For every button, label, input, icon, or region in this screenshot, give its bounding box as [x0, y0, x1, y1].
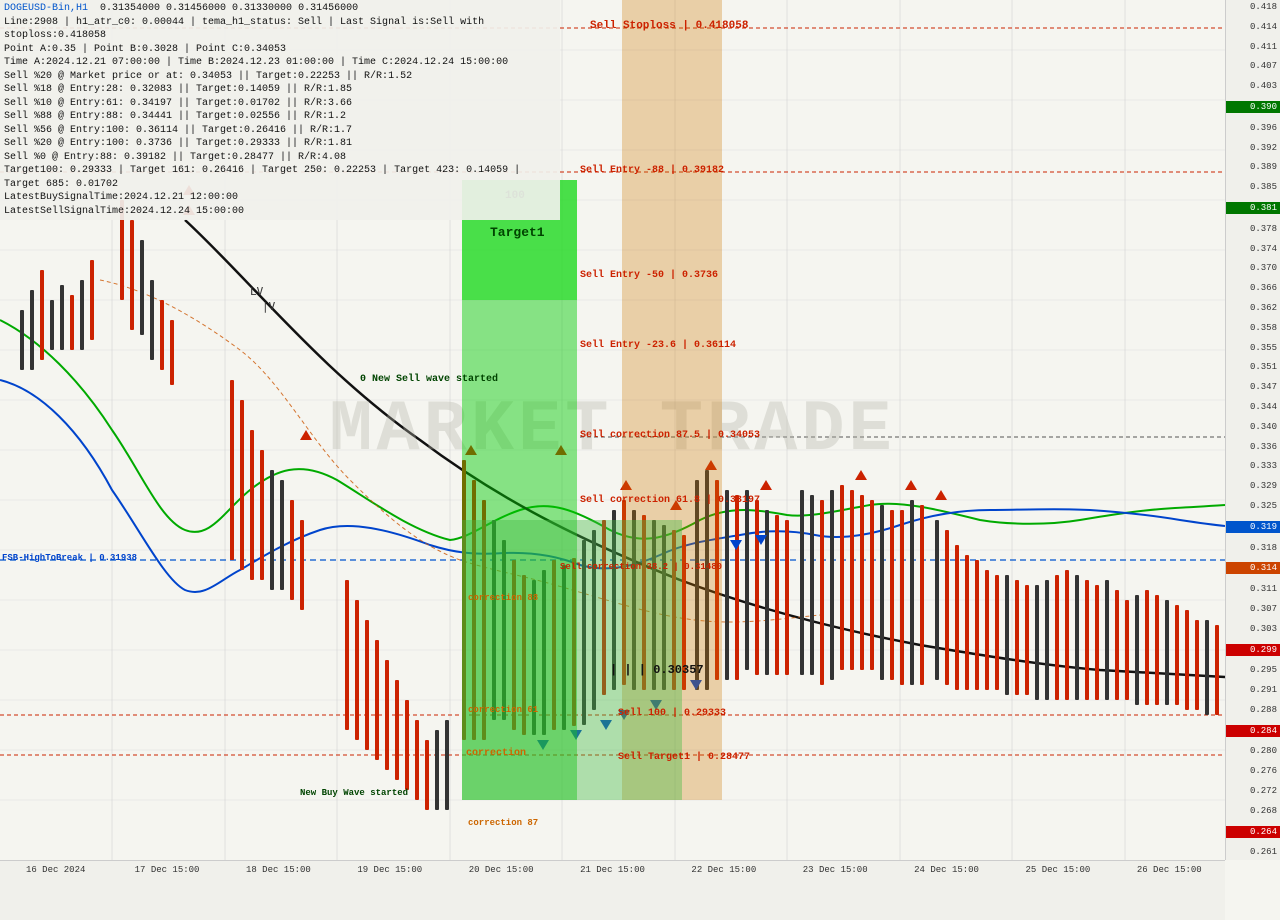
price-291: 0.291 — [1226, 685, 1280, 695]
price-411: 0.411 — [1226, 42, 1280, 52]
price-point-label: | | | 0.30357 — [610, 663, 704, 677]
new-sell-wave-label: 0 New Sell wave started — [360, 374, 498, 385]
entry0: Sell %18 @ Entry:28: 0.32083 || Target:0… — [4, 83, 556, 97]
price-311: 0.311 — [1226, 584, 1280, 594]
price-355: 0.355 — [1226, 343, 1280, 353]
sell-correction-618-label: Sell correction 61.8 | 0.33197 — [580, 495, 760, 506]
time-20dec: 20 Dec 15:00 — [445, 865, 556, 875]
price-366: 0.366 — [1226, 283, 1280, 293]
info-line4: Sell %20 @ Market price or at: 0.34053 |… — [4, 70, 556, 84]
time-25dec: 25 Dec 15:00 — [1002, 865, 1113, 875]
entry5: Sell %0 @ Entry:88: 0.39182 || Target:0.… — [4, 151, 556, 165]
targets-line: Target100: 0.29333 | Target 161: 0.26416… — [4, 164, 556, 191]
sell-entry-236-label: Sell Entry -23.6 | 0.36114 — [580, 340, 736, 351]
time-axis: 16 Dec 2024 17 Dec 15:00 18 Dec 15:00 19… — [0, 860, 1225, 920]
time-24dec: 24 Dec 15:00 — [891, 865, 1002, 875]
price-336: 0.336 — [1226, 442, 1280, 452]
price-407: 0.407 — [1226, 61, 1280, 71]
latest-buy: LatestBuySignalTime:2024.12.21 12:00:00 — [4, 191, 556, 205]
time-26dec: 26 Dec 15:00 — [1114, 865, 1225, 875]
price-299-highlight: 0.299 — [1226, 644, 1280, 656]
price-307: 0.307 — [1226, 604, 1280, 614]
entry1: Sell %10 @ Entry:61: 0.34197 || Target:0… — [4, 97, 556, 111]
price-389: 0.389 — [1226, 162, 1280, 172]
price-318: 0.318 — [1226, 543, 1280, 553]
price-374: 0.374 — [1226, 244, 1280, 254]
sell-correction-382-label: Sell correction 38.2 | 0.31480 — [560, 562, 722, 572]
price-400-highlight: 0.390 — [1226, 101, 1280, 113]
price-info: 0.31354000 0.31456000 0.31330000 0.31456… — [100, 3, 358, 14]
svg-text:|V: |V — [262, 300, 276, 313]
info-line1: Line:2908 | h1_atr_c0: 0.00044 | tema_h1… — [4, 16, 556, 43]
price-axis: 0.418 0.414 0.411 0.407 0.403 0.390 0.39… — [1225, 0, 1280, 860]
time-23dec: 23 Dec 15:00 — [780, 865, 891, 875]
price-280: 0.280 — [1226, 746, 1280, 756]
symbol-line: DOGEUSD-Bin,H1 0.31354000 0.31456000 0.3… — [4, 2, 556, 16]
price-276: 0.276 — [1226, 766, 1280, 776]
price-268: 0.268 — [1226, 806, 1280, 816]
time-16dec: 16 Dec 2024 — [0, 865, 111, 875]
price-261: 0.261 — [1226, 847, 1280, 857]
price-325: 0.325 — [1226, 501, 1280, 511]
correction-label: correction — [466, 748, 526, 759]
price-351: 0.351 — [1226, 362, 1280, 372]
chart-container: DOGEUSD-Bin,H1 0.31354000 0.31456000 0.3… — [0, 0, 1280, 920]
price-403: 0.403 — [1226, 81, 1280, 91]
price-340: 0.340 — [1226, 422, 1280, 432]
sell-entry-88-label: Sell Entry -88 | 0.39182 — [580, 165, 724, 176]
sell-100-label: Sell 100 | 0.29333 — [618, 708, 726, 719]
price-284-highlight: 0.284 — [1226, 725, 1280, 737]
price-329: 0.329 — [1226, 481, 1280, 491]
correction-88-label: correction 88 — [468, 593, 538, 603]
price-392: 0.392 — [1226, 143, 1280, 153]
correction-61-label: correction 61 — [468, 705, 538, 715]
price-295: 0.295 — [1226, 665, 1280, 675]
price-418: 0.418 — [1226, 2, 1280, 12]
entry4: Sell %20 @ Entry:100: 0.3736 || Target:0… — [4, 137, 556, 151]
price-314-highlight: 0.314 — [1226, 562, 1280, 574]
sell-correction-875-label: Sell correction 87.5 | 0.34053 — [580, 430, 760, 441]
price-272: 0.272 — [1226, 786, 1280, 796]
price-396: 0.396 — [1226, 123, 1280, 133]
time-18dec: 18 Dec 15:00 — [223, 865, 334, 875]
price-378: 0.378 — [1226, 224, 1280, 234]
time-22dec: 22 Dec 15:00 — [668, 865, 779, 875]
price-414: 0.414 — [1226, 22, 1280, 32]
price-303: 0.303 — [1226, 624, 1280, 634]
entry2: Sell %88 @ Entry:88: 0.34441 || Target:0… — [4, 110, 556, 124]
info-line3: Time A:2024.12.21 07:00:00 | Time B:2024… — [4, 56, 556, 70]
latest-sell: LatestSellSignalTime:2024.12.24 15:00:00 — [4, 205, 556, 219]
sell-entry-50-label: Sell Entry -50 | 0.3736 — [580, 270, 718, 281]
sell-target1-label: Sell Target1 | 0.28477 — [618, 752, 750, 763]
price-344: 0.344 — [1226, 402, 1280, 412]
entry3: Sell %56 @ Entry:100: 0.36114 || Target:… — [4, 124, 556, 138]
time-17dec: 17 Dec 15:00 — [111, 865, 222, 875]
price-358: 0.358 — [1226, 323, 1280, 333]
price-362: 0.362 — [1226, 303, 1280, 313]
new-buy-wave-label: New Buy Wave started — [300, 788, 408, 798]
price-288: 0.288 — [1226, 705, 1280, 715]
time-19dec: 19 Dec 15:00 — [334, 865, 445, 875]
price-370: 0.370 — [1226, 263, 1280, 273]
time-21dec: 21 Dec 15:00 — [557, 865, 668, 875]
price-333: 0.333 — [1226, 461, 1280, 471]
fsb-high-label: FSB-HighToBreak | 0.31938 — [2, 553, 137, 563]
price-347: 0.347 — [1226, 382, 1280, 392]
symbol: DOGEUSD-Bin,H1 — [4, 3, 88, 14]
sell-stoploss-label: Sell Stoploss | 0.418058 — [590, 20, 748, 32]
svg-text:LV: LV — [250, 285, 264, 298]
correction-87-label: correction 87 — [468, 818, 538, 828]
target1-label: Target1 — [490, 225, 545, 240]
price-264-highlight: 0.264 — [1226, 826, 1280, 838]
price-381-highlight: 0.381 — [1226, 202, 1280, 214]
info-line2: Point A:0.35 | Point B:0.3028 | Point C:… — [4, 43, 556, 57]
price-385: 0.385 — [1226, 182, 1280, 192]
info-panel: DOGEUSD-Bin,H1 0.31354000 0.31456000 0.3… — [0, 0, 560, 220]
price-319-highlight: 0.319 — [1226, 521, 1280, 533]
